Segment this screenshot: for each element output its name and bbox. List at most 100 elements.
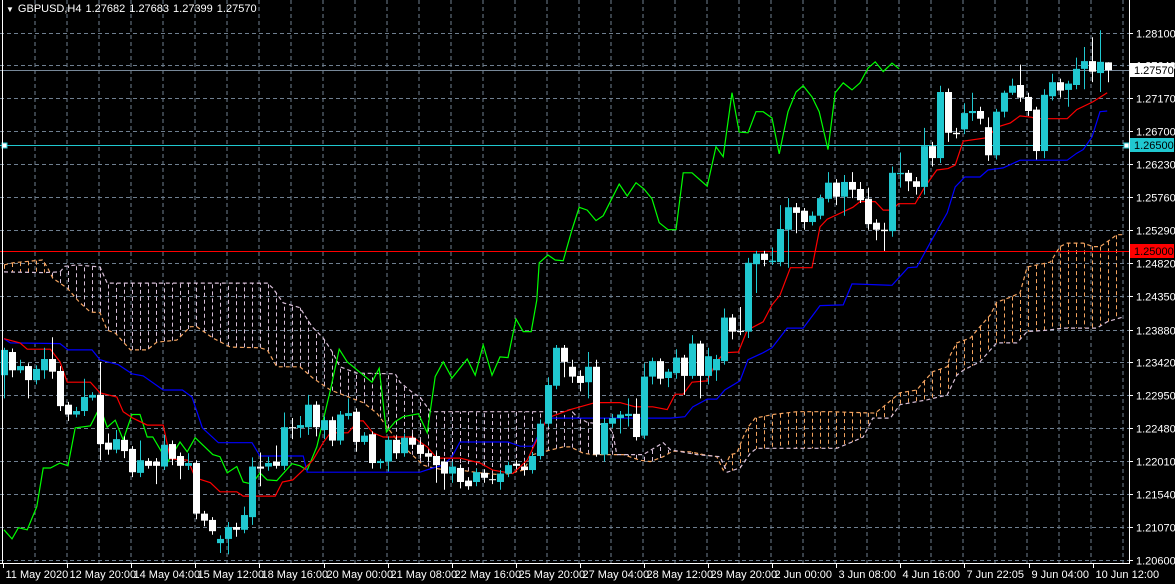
candle-bullish bbox=[17, 359, 24, 374]
triangle-down-icon[interactable]: ▼ bbox=[6, 5, 14, 14]
candle-body bbox=[241, 515, 248, 530]
candle-body bbox=[57, 370, 64, 407]
candle-body bbox=[1009, 85, 1016, 93]
candle-bullish bbox=[1041, 89, 1048, 159]
candle-body bbox=[377, 460, 384, 464]
candle-bullish bbox=[225, 522, 232, 555]
open-value: 1.27682 bbox=[85, 3, 126, 15]
candle-body bbox=[305, 404, 312, 428]
kijun-sen-line bbox=[3, 110, 1108, 473]
time-tick-label: 21 May 08:00 bbox=[391, 569, 458, 581]
candle-body bbox=[265, 463, 272, 467]
candle-body bbox=[793, 207, 800, 213]
candle-bullish bbox=[1049, 73, 1056, 101]
candle-bullish bbox=[1001, 90, 1008, 118]
candle-bullish bbox=[705, 347, 712, 385]
candle-bullish bbox=[345, 398, 352, 420]
candle-body bbox=[177, 456, 184, 466]
candle-body bbox=[825, 182, 832, 199]
candle-bearish bbox=[1105, 62, 1112, 83]
time-axis[interactable]: 11 May 2020 12 May 20:0014 May 04:0015 Ma… bbox=[3, 563, 1160, 581]
candle-body bbox=[1041, 94, 1048, 152]
candle-body bbox=[353, 411, 360, 442]
candle-bearish bbox=[153, 458, 160, 485]
candle-bearish bbox=[569, 359, 576, 383]
candle-bearish bbox=[801, 207, 808, 230]
candle-bearish bbox=[417, 440, 424, 459]
candle-body bbox=[457, 467, 464, 483]
candle-body bbox=[17, 366, 24, 371]
candle-body bbox=[873, 222, 880, 230]
candle-body bbox=[689, 343, 696, 376]
price-tick-label: 1.22010 bbox=[1136, 457, 1175, 469]
price-axis[interactable]: 1.281001.276401.271701.267001.262301.257… bbox=[1129, 29, 1175, 568]
candle-body bbox=[393, 439, 400, 454]
candle-body bbox=[345, 413, 352, 416]
candle-body bbox=[889, 172, 896, 232]
candle-body bbox=[713, 359, 720, 371]
candle-body bbox=[233, 526, 240, 530]
candle-body bbox=[737, 330, 744, 332]
candle-bullish bbox=[993, 108, 1000, 160]
candle-body bbox=[1097, 61, 1104, 74]
candle-bullish bbox=[297, 415, 304, 438]
candle-body bbox=[97, 394, 104, 445]
candle-body bbox=[1073, 68, 1080, 85]
line-handle-right[interactable] bbox=[1123, 142, 1129, 149]
candle-bullish bbox=[609, 413, 616, 428]
candle-bearish bbox=[1033, 106, 1040, 160]
candle-body bbox=[25, 366, 32, 381]
candle-bearish bbox=[849, 172, 856, 199]
candle-body bbox=[777, 229, 784, 263]
candle-bearish bbox=[881, 222, 888, 251]
candle-bullish bbox=[769, 247, 776, 265]
candle-bullish bbox=[89, 392, 96, 401]
candle-body bbox=[545, 385, 552, 424]
candle-bearish bbox=[193, 460, 200, 520]
candle-body bbox=[865, 198, 872, 225]
candle-body bbox=[945, 92, 952, 133]
price-chart[interactable]: 1.281001.276401.271701.267001.262301.257… bbox=[0, 0, 1175, 584]
candle-bearish bbox=[865, 187, 872, 230]
candle-body bbox=[769, 260, 776, 263]
candle-body bbox=[201, 513, 208, 521]
candle-body bbox=[9, 352, 16, 371]
candle-bearish bbox=[481, 469, 488, 483]
candle-bullish bbox=[1009, 78, 1016, 95]
candle-bullish bbox=[281, 412, 288, 471]
candle-bullish bbox=[1065, 80, 1072, 107]
candle-bearish bbox=[105, 433, 112, 455]
candle-body bbox=[561, 347, 568, 362]
candle-body bbox=[313, 404, 320, 428]
candle-body bbox=[481, 472, 488, 478]
price-tick-label: 1.26230 bbox=[1136, 160, 1175, 172]
candle-bearish bbox=[313, 401, 320, 437]
candle-bullish bbox=[41, 347, 48, 379]
price-tick-label: 1.25760 bbox=[1136, 193, 1175, 205]
candle-body bbox=[817, 198, 824, 216]
candle-bearish bbox=[9, 348, 16, 378]
candle-body bbox=[321, 420, 328, 431]
price-tick-label: 1.22950 bbox=[1136, 391, 1175, 403]
chart-frame bbox=[0, 0, 1130, 564]
candle-body bbox=[1105, 62, 1112, 71]
candle-bearish bbox=[409, 433, 416, 449]
candle-bullish bbox=[649, 357, 656, 385]
candle-bullish bbox=[473, 468, 480, 487]
candle-bullish bbox=[721, 308, 728, 365]
candle-bullish bbox=[377, 458, 384, 469]
candle-bearish bbox=[793, 203, 800, 234]
candle-body bbox=[977, 110, 984, 119]
candle-body bbox=[433, 456, 440, 466]
candle-bearish bbox=[65, 401, 72, 421]
candle-bullish bbox=[529, 452, 536, 474]
time-tick-label: 12 May 20:00 bbox=[70, 569, 137, 581]
time-tick-label: 9 Jun 04:00 bbox=[1032, 569, 1090, 581]
candle-body bbox=[657, 361, 664, 379]
horizontal-lines[interactable] bbox=[0, 70, 1129, 252]
candle-bearish bbox=[129, 446, 136, 478]
candle-bearish bbox=[1057, 78, 1064, 98]
candle-bullish bbox=[1081, 47, 1088, 90]
candle-bullish bbox=[889, 166, 896, 237]
candle-bearish bbox=[441, 458, 448, 490]
